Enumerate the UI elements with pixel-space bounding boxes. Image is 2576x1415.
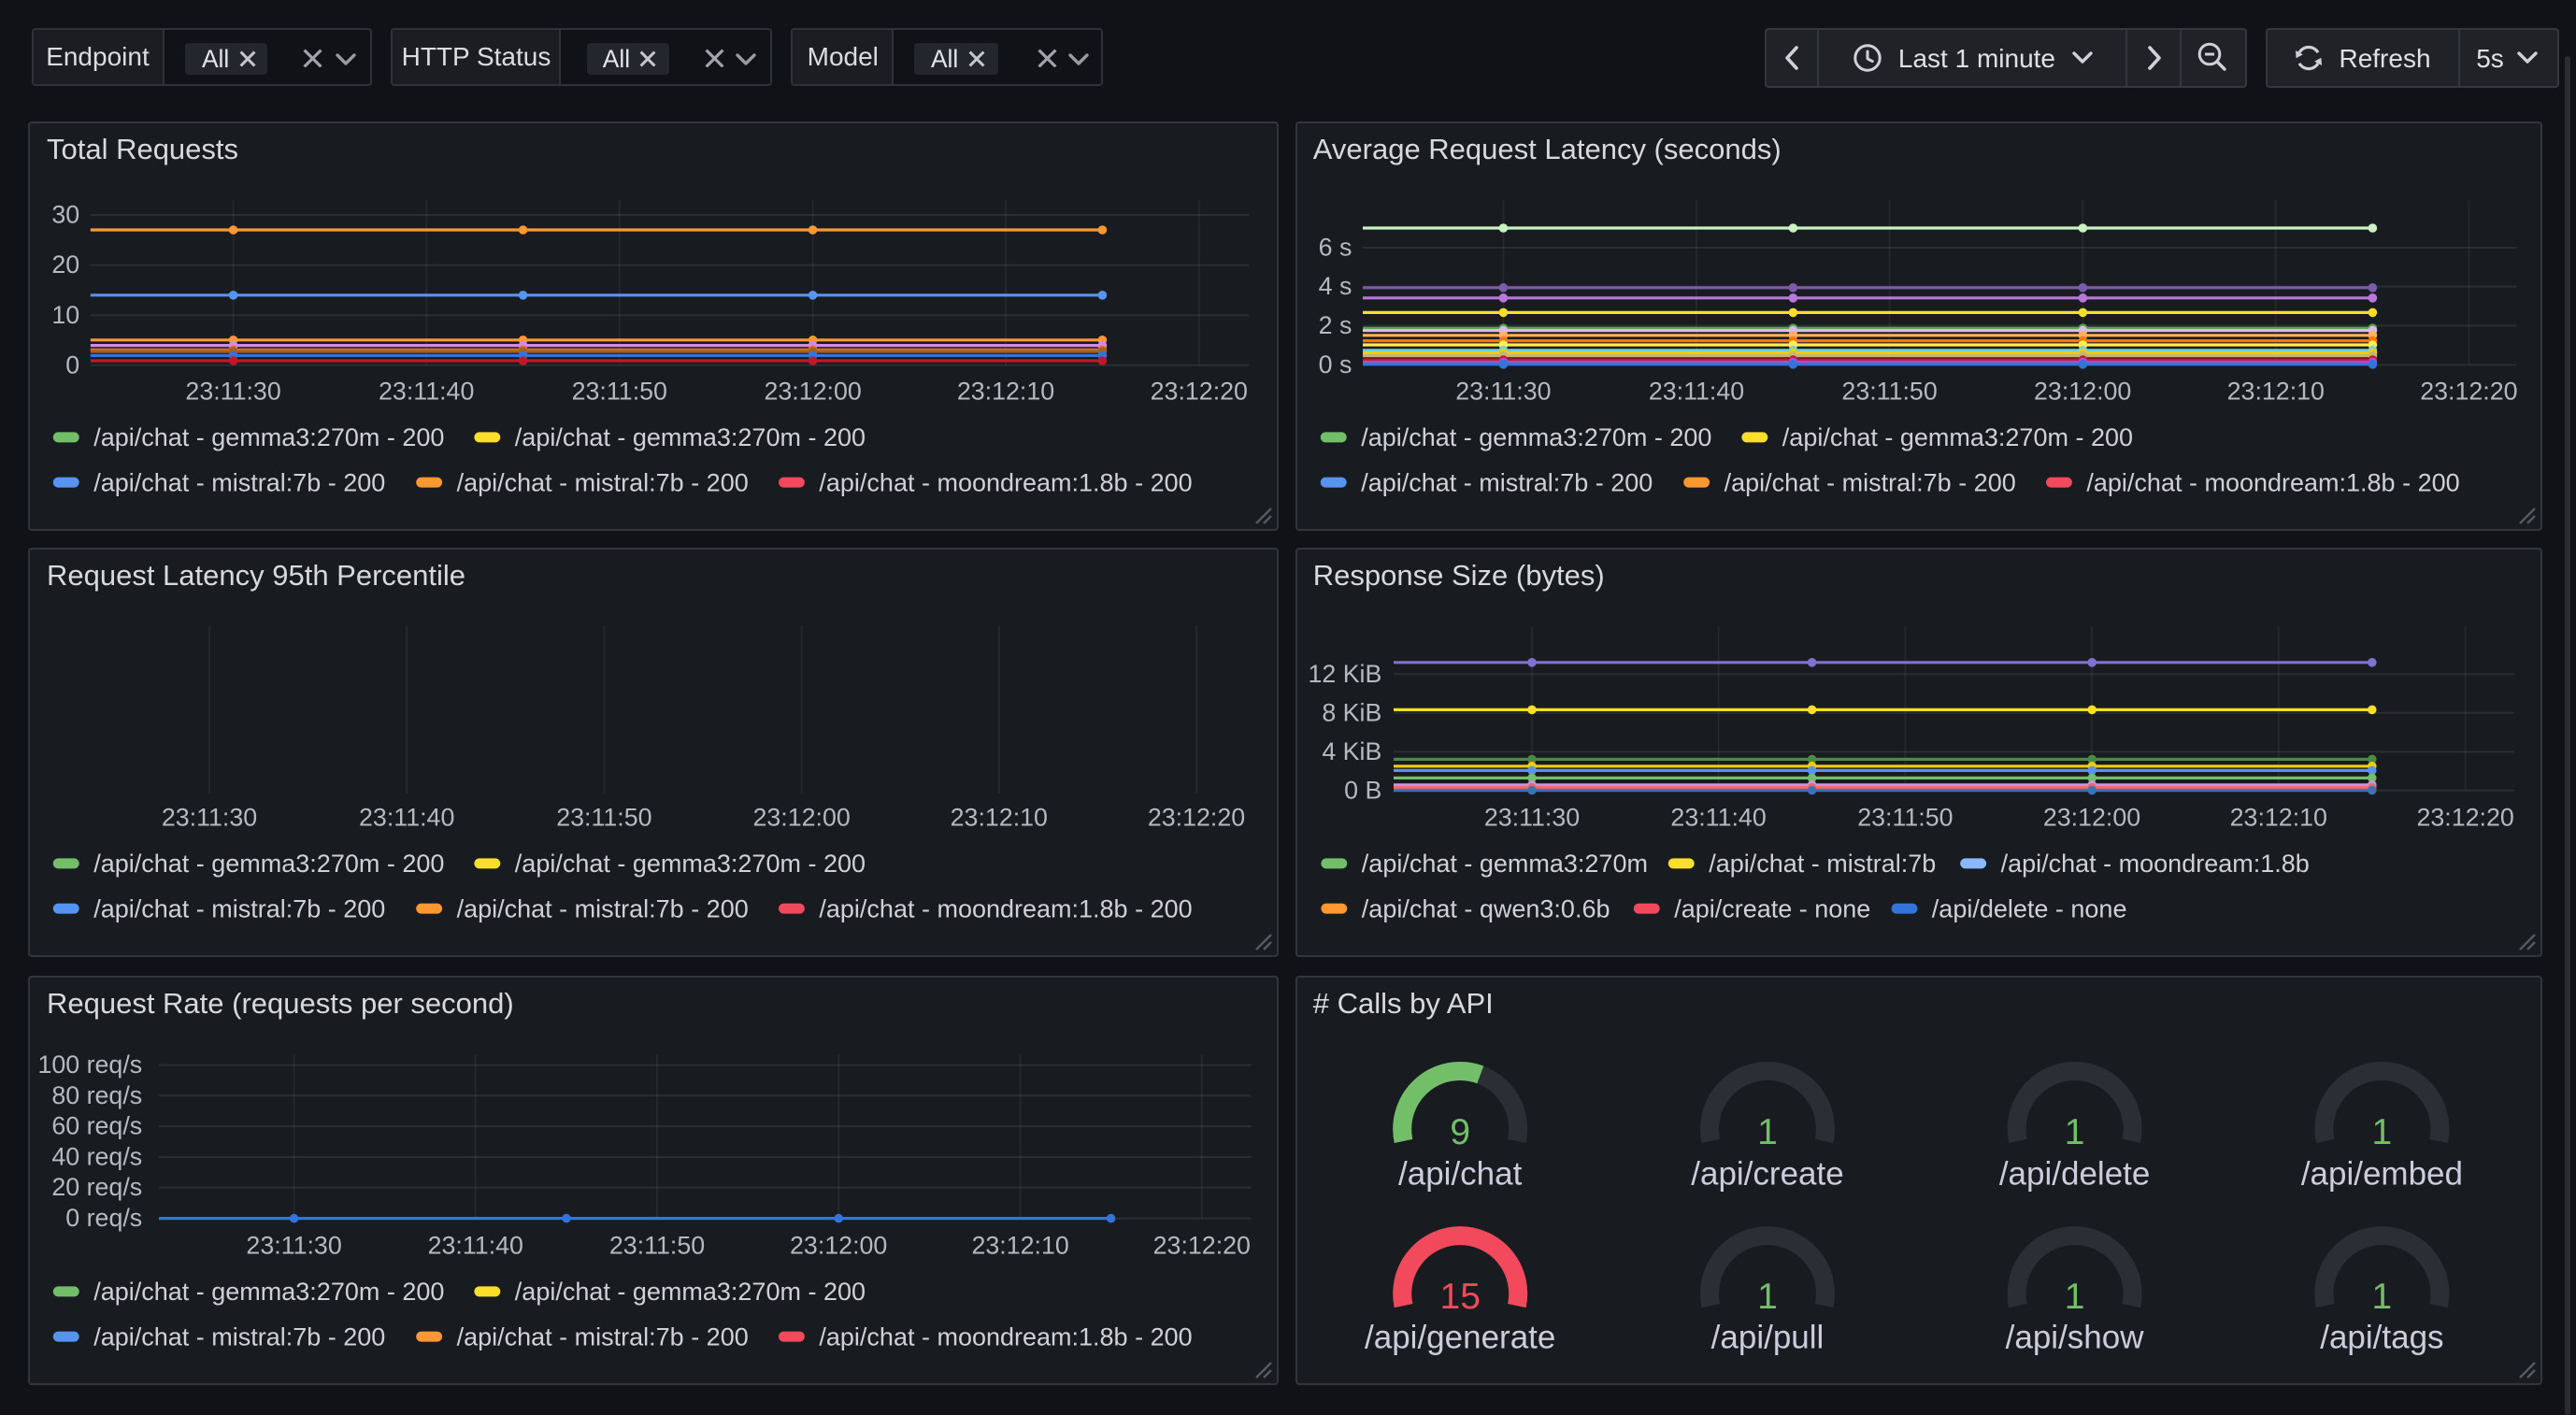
svg-text:/api/chat - gemma3:270m - 200: /api/chat - gemma3:270m - 200 <box>1782 422 2132 450</box>
svg-text:0 req/s: 0 req/s <box>66 1203 143 1231</box>
svg-text:23:12:00: 23:12:00 <box>2042 803 2140 831</box>
svg-text:/api/chat: /api/chat <box>1398 1154 1523 1191</box>
svg-text:0 B: 0 B <box>1344 775 1381 803</box>
svg-text:/api/chat - gemma3:270m - 200: /api/chat - gemma3:270m - 200 <box>516 422 866 450</box>
svg-text:/api/tags: /api/tags <box>2320 1319 2443 1355</box>
svg-text:8 KiB: 8 KiB <box>1322 697 1381 725</box>
svg-text:23:11:30: 23:11:30 <box>163 803 258 831</box>
svg-text:1: 1 <box>2371 1276 2392 1316</box>
svg-text:23:12:20: 23:12:20 <box>1153 1231 1251 1259</box>
svg-text:23:12:00: 23:12:00 <box>2034 377 2131 405</box>
svg-text:/api/chat - mistral:7b - 200: /api/chat - mistral:7b - 200 <box>1724 467 2015 495</box>
svg-text:6 s: 6 s <box>1318 233 1352 261</box>
svg-text:1: 1 <box>2371 1111 2392 1151</box>
svg-text:23:11:40: 23:11:40 <box>428 1231 523 1259</box>
svg-text:60 req/s: 60 req/s <box>52 1111 143 1139</box>
svg-text:30: 30 <box>52 200 80 228</box>
svg-text:/api/chat - qwen3:0.6b: /api/chat - qwen3:0.6b <box>1361 893 1610 922</box>
svg-text:/api/chat - mistral:7b - 200: /api/chat - mistral:7b - 200 <box>457 467 749 495</box>
svg-text:15: 15 <box>1439 1276 1480 1316</box>
svg-text:/api/pull: /api/pull <box>1710 1319 1824 1355</box>
svg-text:12 KiB: 12 KiB <box>1308 659 1381 687</box>
svg-text:23:12:00: 23:12:00 <box>791 1231 888 1259</box>
svg-text:/api/chat - gemma3:270m - 200: /api/chat - gemma3:270m - 200 <box>94 1277 445 1305</box>
svg-text:23:11:40: 23:11:40 <box>360 803 455 831</box>
svg-text:23:11:50: 23:11:50 <box>1857 803 1953 831</box>
svg-text:0 s: 0 s <box>1318 350 1352 378</box>
svg-text:23:11:40: 23:11:40 <box>1648 377 1743 405</box>
svg-text:40 req/s: 40 req/s <box>52 1141 143 1169</box>
svg-text:/api/chat - gemma3:270m - 200: /api/chat - gemma3:270m - 200 <box>94 849 445 877</box>
svg-text:23:11:30: 23:11:30 <box>247 1231 342 1259</box>
svg-text:100 req/s: 100 req/s <box>38 1050 143 1078</box>
svg-text:1: 1 <box>2064 1276 2084 1316</box>
svg-text:/api/chat - moondream:1.8b - 2: /api/chat - moondream:1.8b - 200 <box>2086 467 2459 495</box>
svg-text:23:12:20: 23:12:20 <box>2420 377 2517 405</box>
svg-text:4 s: 4 s <box>1318 271 1352 299</box>
svg-text:23:12:00: 23:12:00 <box>753 803 851 831</box>
svg-text:/api/chat - moondream:1.8b - 2: /api/chat - moondream:1.8b - 200 <box>820 467 1193 495</box>
svg-text:23:11:50: 23:11:50 <box>572 377 667 405</box>
svg-text:/api/chat - gemma3:270m - 200: /api/chat - gemma3:270m - 200 <box>1361 422 1711 450</box>
svg-text:10: 10 <box>52 300 80 328</box>
svg-text:23:12:10: 23:12:10 <box>958 377 1055 405</box>
svg-text:20 req/s: 20 req/s <box>52 1172 143 1200</box>
svg-text:/api/chat - gemma3:270m: /api/chat - gemma3:270m <box>1361 849 1647 877</box>
svg-text:23:12:20: 23:12:20 <box>1149 803 1246 831</box>
svg-text:2 s: 2 s <box>1318 310 1352 338</box>
svg-text:/api/create: /api/create <box>1691 1154 1843 1191</box>
svg-text:/api/chat - mistral:7b - 200: /api/chat - mistral:7b - 200 <box>1361 467 1653 495</box>
svg-text:/api/chat - mistral:7b - 200: /api/chat - mistral:7b - 200 <box>94 1322 386 1350</box>
svg-text:1: 1 <box>1757 1111 1778 1151</box>
svg-text:/api/chat - gemma3:270m - 200: /api/chat - gemma3:270m - 200 <box>516 1277 866 1305</box>
svg-text:23:12:20: 23:12:20 <box>1151 377 1248 405</box>
svg-text:/api/chat - mistral:7b - 200: /api/chat - mistral:7b - 200 <box>94 467 386 495</box>
svg-text:1: 1 <box>1757 1276 1778 1316</box>
svg-text:/api/chat - mistral:7b: /api/chat - mistral:7b <box>1709 849 1936 877</box>
svg-text:23:11:50: 23:11:50 <box>610 1231 706 1259</box>
svg-text:80 req/s: 80 req/s <box>52 1080 143 1108</box>
svg-text:23:11:50: 23:11:50 <box>557 803 652 831</box>
svg-text:/api/chat - mistral:7b - 200: /api/chat - mistral:7b - 200 <box>457 893 749 922</box>
svg-text:/api/delete - none: /api/delete - none <box>1931 893 2126 922</box>
svg-text:23:12:10: 23:12:10 <box>951 803 1048 831</box>
svg-text:23:11:50: 23:11:50 <box>1841 377 1937 405</box>
svg-text:23:11:30: 23:11:30 <box>1455 377 1551 405</box>
svg-text:/api/create - none: /api/create - none <box>1674 893 1870 922</box>
svg-text:4 KiB: 4 KiB <box>1322 736 1381 765</box>
svg-text:/api/show: /api/show <box>2005 1319 2144 1355</box>
svg-text:23:12:00: 23:12:00 <box>765 377 862 405</box>
svg-text:/api/chat - moondream:1.8b - 2: /api/chat - moondream:1.8b - 200 <box>820 893 1193 922</box>
svg-text:/api/chat - moondream:1.8b - 2: /api/chat - moondream:1.8b - 200 <box>820 1322 1193 1350</box>
svg-text:20: 20 <box>52 250 80 278</box>
svg-text:/api/chat - moondream:1.8b: /api/chat - moondream:1.8b <box>2000 849 2309 877</box>
svg-text:/api/chat - mistral:7b - 200: /api/chat - mistral:7b - 200 <box>457 1322 749 1350</box>
svg-text:23:12:10: 23:12:10 <box>2226 377 2324 405</box>
svg-text:/api/chat - mistral:7b - 200: /api/chat - mistral:7b - 200 <box>94 893 386 922</box>
svg-text:23:11:30: 23:11:30 <box>1483 803 1579 831</box>
svg-text:23:11:40: 23:11:40 <box>379 377 475 405</box>
svg-text:23:11:30: 23:11:30 <box>186 377 281 405</box>
svg-text:23:12:20: 23:12:20 <box>2416 803 2513 831</box>
svg-text:23:11:40: 23:11:40 <box>1670 803 1766 831</box>
svg-text:1: 1 <box>2064 1111 2084 1151</box>
svg-text:23:12:10: 23:12:10 <box>2229 803 2326 831</box>
svg-text:9: 9 <box>1450 1111 1470 1151</box>
svg-text:/api/embed: /api/embed <box>2300 1154 2462 1191</box>
svg-text:0: 0 <box>66 350 80 378</box>
svg-text:/api/delete: /api/delete <box>1998 1154 2150 1191</box>
svg-text:23:12:10: 23:12:10 <box>972 1231 1069 1259</box>
svg-text:/api/generate: /api/generate <box>1365 1319 1555 1355</box>
svg-text:/api/chat - gemma3:270m - 200: /api/chat - gemma3:270m - 200 <box>516 849 866 877</box>
svg-text:/api/chat - gemma3:270m - 200: /api/chat - gemma3:270m - 200 <box>94 422 445 450</box>
